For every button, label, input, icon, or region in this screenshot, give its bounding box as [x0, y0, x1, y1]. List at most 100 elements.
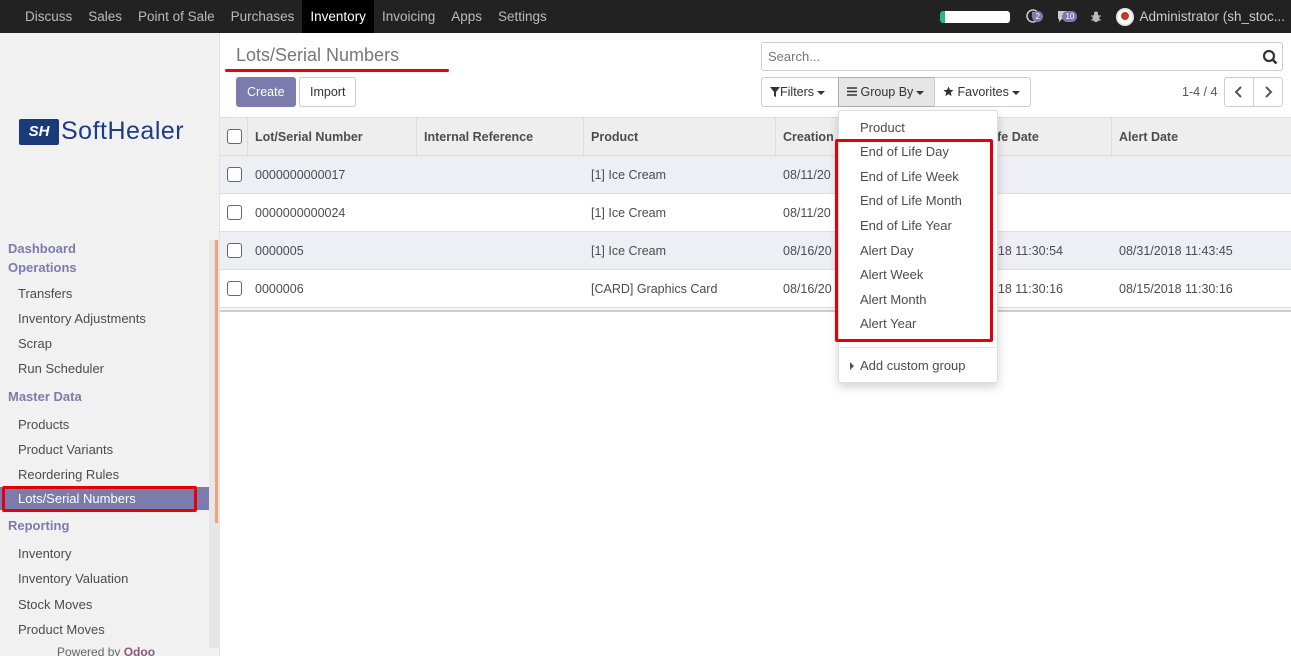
bug-icon[interactable]	[1090, 11, 1102, 23]
table-row[interactable]: 0000000000024 [1] Ice Cream 08/11/20	[220, 194, 1291, 232]
groupby-option-alert-year[interactable]: Alert Year	[860, 316, 916, 331]
table-row[interactable]: 0000005 [1] Ice Cream 08/16/20 2018 11:3…	[220, 232, 1291, 270]
favorites-button[interactable]: Favorites	[934, 77, 1031, 107]
cell-ref	[417, 194, 584, 231]
row-select-cell	[220, 156, 248, 193]
sidebar-scrollbar[interactable]	[209, 240, 220, 648]
cell-product: [1] Ice Cream	[591, 167, 667, 182]
menu-discuss[interactable]: Discuss	[17, 0, 80, 33]
row-checkbox[interactable]	[227, 167, 242, 182]
activity-count-badge: 2	[1032, 10, 1043, 22]
activity-icon[interactable]: 2	[1026, 8, 1043, 25]
logo-mark: SH	[19, 118, 59, 145]
menu-inventory[interactable]: Inventory	[302, 0, 374, 33]
title-highlight-underline	[225, 69, 449, 72]
sidebar-item-stock-moves[interactable]: Stock Moves	[0, 592, 209, 617]
column-product[interactable]: Product	[584, 118, 776, 155]
cell-ref	[417, 270, 584, 307]
groupby-option-product[interactable]: Product	[860, 120, 905, 135]
menu-apps[interactable]: Apps	[443, 0, 490, 33]
company-logo: SH SoftHealer	[19, 117, 184, 146]
table-row[interactable]: 0000006 [CARD] Graphics Card 08/16/20 20…	[220, 270, 1291, 308]
add-custom-group-toggle[interactable]: Add custom group	[860, 358, 966, 373]
groupby-option-end-of-life-year[interactable]: End of Life Year	[860, 218, 952, 233]
group-by-button[interactable]: Group By	[838, 77, 935, 107]
groupby-option-end-of-life-day[interactable]: End of Life Day	[860, 144, 949, 159]
sidebar-item-run-scheduler[interactable]: Run Scheduler	[0, 356, 209, 382]
cell-product: [CARD] Graphics Card	[591, 281, 718, 296]
menu-invoicing[interactable]: Invoicing	[374, 0, 443, 33]
row-select-cell	[220, 270, 248, 307]
table-footer	[220, 308, 1291, 312]
import-button[interactable]: Import	[299, 77, 357, 107]
sidebar-item-product-variants[interactable]: Product Variants	[0, 437, 209, 462]
menu-sales[interactable]: Sales	[80, 0, 130, 33]
star-icon	[943, 86, 954, 97]
groupby-option-alert-week[interactable]: Alert Week	[860, 267, 923, 282]
cell-ref	[417, 156, 584, 193]
row-select-cell	[220, 194, 248, 231]
column-lot-serial-number[interactable]: Lot/Serial Number	[248, 118, 417, 155]
menu-purchases[interactable]: Purchases	[223, 0, 303, 33]
user-avatar[interactable]	[1116, 7, 1135, 26]
page-title: Lots/Serial Numbers	[236, 45, 400, 65]
row-checkbox[interactable]	[227, 243, 242, 258]
select-all-checkbox[interactable]	[227, 129, 242, 144]
column-internal-reference[interactable]: Internal Reference	[417, 118, 584, 155]
groupby-option-alert-month[interactable]: Alert Month	[860, 292, 926, 307]
favorites-label: Favorites	[957, 85, 1009, 99]
row-checkbox[interactable]	[227, 281, 242, 296]
sidebar-item-inventory-report[interactable]: Inventory	[0, 542, 209, 566]
column-alert-date[interactable]: Alert Date	[1112, 118, 1291, 155]
column-life-date[interactable]: Life Date	[984, 118, 1112, 155]
cell-alert-date	[1112, 194, 1291, 231]
menu-settings[interactable]: Settings	[490, 0, 555, 33]
logo-text: SoftHealer	[61, 117, 185, 145]
menu-point-of-sale[interactable]: Point of Sale	[130, 0, 223, 33]
progress-bar[interactable]	[940, 10, 1011, 23]
sidebar-section-reporting[interactable]: Reporting	[0, 510, 209, 542]
sidebar-section-master-data[interactable]: Master Data	[0, 382, 209, 412]
sidebar-item-products[interactable]: Products	[0, 412, 209, 437]
cell-lot: 0000000000024	[255, 205, 346, 220]
group-by-label: Group By	[860, 85, 914, 99]
sidebar-item-inventory-adjustments[interactable]: Inventory Adjustments	[0, 306, 209, 331]
pager-previous-button[interactable]	[1224, 77, 1254, 107]
groupby-option-end-of-life-week[interactable]: End of Life Week	[860, 169, 959, 184]
row-select-cell	[220, 232, 248, 269]
list-icon	[847, 87, 857, 96]
cell-alert-date	[1112, 156, 1291, 193]
filters-button[interactable]: Filters	[761, 77, 839, 107]
sidebar-section-dashboard[interactable]: Dashboard	[0, 240, 209, 258]
sidebar-item-lots-serial-numbers[interactable]: Lots/Serial Numbers	[0, 487, 209, 510]
group-by-dropdown: Product End of Life Day End of Life Week…	[838, 110, 998, 383]
powered-by-brand[interactable]: Odoo	[124, 645, 155, 656]
cell-alert-date: 08/15/2018 11:30:16	[1119, 281, 1233, 296]
cell-lot: 0000006	[255, 281, 304, 296]
sidebar-item-transfers[interactable]: Transfers	[0, 281, 209, 306]
messages-icon[interactable]: 10	[1056, 9, 1078, 25]
user-menu[interactable]: Administrator (sh_stoc...	[1139, 9, 1291, 24]
sidebar-item-scrap[interactable]: Scrap	[0, 331, 209, 356]
row-checkbox[interactable]	[227, 205, 242, 220]
cell-alert-date: 08/31/2018 11:43:45	[1119, 243, 1233, 258]
pager-next-button[interactable]	[1253, 77, 1283, 107]
groupby-option-alert-day[interactable]: Alert Day	[860, 243, 913, 258]
cell-product: [1] Ice Cream	[591, 205, 667, 220]
groupby-option-end-of-life-month[interactable]: End of Life Month	[860, 193, 962, 208]
search-bar	[761, 42, 1283, 71]
sidebar-item-inventory-valuation[interactable]: Inventory Valuation	[0, 566, 209, 592]
table-row[interactable]: 0000000000017 [1] Ice Cream 08/11/20	[220, 156, 1291, 194]
sidebar-section-operations[interactable]: Operations	[0, 258, 209, 278]
search-input[interactable]	[762, 43, 1242, 70]
sidebar: SH SoftHealer Dashboard Operations Trans…	[0, 33, 220, 656]
caret-down-icon	[1011, 90, 1020, 95]
sidebar-item-product-moves[interactable]: Product Moves	[0, 617, 209, 642]
sidebar-item-reordering-rules[interactable]: Reordering Rules	[0, 462, 209, 487]
powered-by: Powered by Odoo	[57, 645, 155, 656]
search-icon[interactable]	[1262, 49, 1278, 65]
pager-value[interactable]: 1-4 / 4	[1182, 85, 1217, 99]
lots-table: Lot/Serial Number Internal Reference Pro…	[220, 117, 1291, 312]
cell-life-date	[984, 194, 1112, 231]
create-button[interactable]: Create	[236, 77, 296, 107]
